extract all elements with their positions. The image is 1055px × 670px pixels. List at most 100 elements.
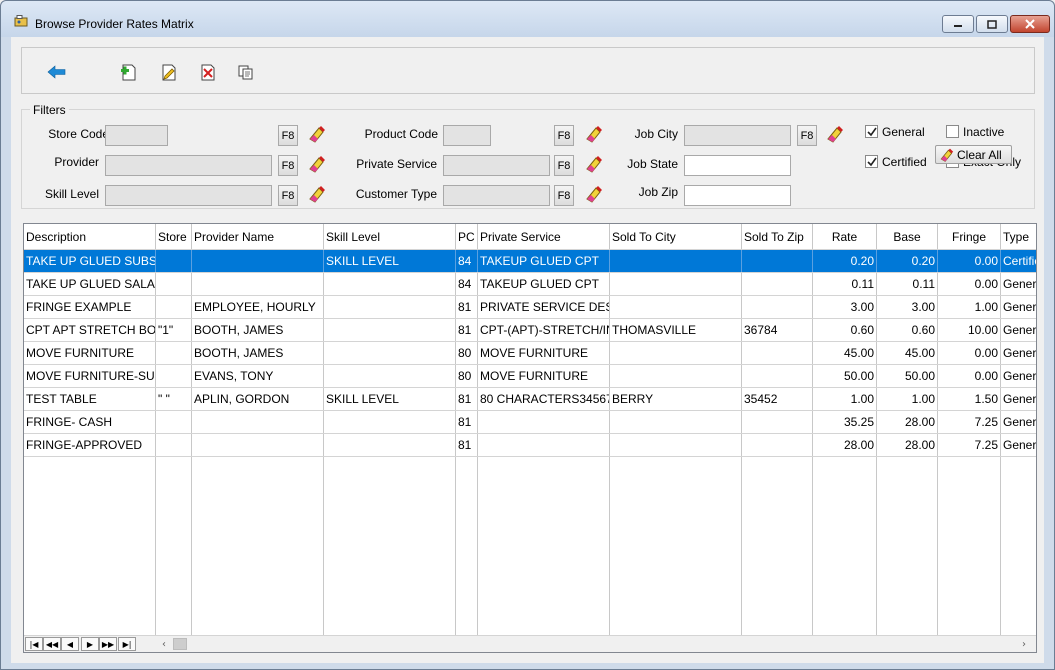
skill-level-label: Skill Level bbox=[44, 187, 99, 201]
product-code-clear-icon[interactable] bbox=[583, 124, 603, 144]
table-cell bbox=[742, 411, 813, 433]
inactive-checkbox[interactable] bbox=[946, 125, 959, 138]
table-cell bbox=[742, 365, 813, 387]
next-page-button[interactable]: ▶▶ bbox=[99, 637, 117, 651]
table-row[interactable]: MOVE FURNITURE BOOTH, JAMES 80 MOVE FURNITU… bbox=[24, 342, 1036, 365]
table-row[interactable]: TEST TABLE " " APLIN, GORDON SKILL LEVEL 81 8… bbox=[24, 388, 1036, 411]
scroll-left-icon[interactable]: ‹ bbox=[157, 637, 171, 651]
prev-page-button[interactable]: ◀◀ bbox=[43, 637, 61, 651]
product-code-field[interactable] bbox=[443, 125, 491, 146]
rates-grid[interactable]: Description Store Provider Name Skill Level… bbox=[23, 223, 1037, 653]
skill-level-field[interactable] bbox=[105, 185, 272, 206]
last-record-button[interactable]: ▶| bbox=[118, 637, 136, 651]
table-cell: 1.00 bbox=[938, 296, 1001, 318]
general-label: General bbox=[882, 125, 925, 139]
table-cell: 3.00 bbox=[877, 296, 938, 318]
new-record-icon bbox=[121, 64, 136, 81]
store-code-clear-icon[interactable] bbox=[306, 124, 326, 144]
column-header[interactable]: PC bbox=[456, 224, 478, 249]
new-record-button[interactable] bbox=[119, 62, 139, 82]
job-city-f8-button[interactable]: F8 bbox=[797, 125, 817, 146]
customer-type-f8-button[interactable]: F8 bbox=[554, 185, 574, 206]
general-checkbox[interactable] bbox=[865, 125, 878, 138]
copy-record-button[interactable] bbox=[236, 62, 256, 82]
table-cell: Genera bbox=[1001, 342, 1036, 364]
private-service-f8-button[interactable]: F8 bbox=[554, 155, 574, 176]
back-arrow-icon bbox=[47, 65, 66, 79]
table-row[interactable]: CPT APT STRETCH BOO "1" BOOTH, JAMES 81 CPT-… bbox=[24, 319, 1036, 342]
table-cell: PRIVATE SERVICE DESCR bbox=[478, 296, 610, 318]
table-row[interactable]: TAKE UP GLUED SUBS SKILL LEVEL 84 TAKEUP GL… bbox=[24, 250, 1036, 273]
table-cell bbox=[324, 434, 456, 456]
minimize-button[interactable] bbox=[942, 15, 974, 33]
next-record-button[interactable]: ▶ bbox=[81, 637, 99, 651]
column-header[interactable]: Skill Level bbox=[324, 224, 456, 249]
edit-record-button[interactable] bbox=[159, 62, 179, 82]
private-service-label: Private Service bbox=[356, 157, 437, 171]
table-cell: 28.00 bbox=[877, 411, 938, 433]
column-header[interactable]: Rate bbox=[813, 224, 877, 249]
scrollbar-thumb[interactable] bbox=[173, 638, 187, 650]
table-cell: MOVE FURNITURE bbox=[478, 342, 610, 364]
maximize-button[interactable] bbox=[976, 15, 1008, 33]
table-cell: 28.00 bbox=[877, 434, 938, 456]
table-cell: Genera bbox=[1001, 434, 1036, 456]
table-cell: 81 bbox=[456, 434, 478, 456]
prev-record-button[interactable]: ◀ bbox=[61, 637, 79, 651]
horizontal-scrollbar[interactable]: ‹ › bbox=[157, 637, 1031, 651]
title-bar[interactable]: Browse Provider Rates Matrix bbox=[1, 1, 1054, 37]
table-cell bbox=[156, 296, 192, 318]
column-header[interactable]: Sold To Zip bbox=[742, 224, 813, 249]
table-cell bbox=[324, 365, 456, 387]
store-code-f8-button[interactable]: F8 bbox=[278, 125, 298, 146]
table-cell: 84 bbox=[456, 273, 478, 295]
column-header[interactable]: Fringe bbox=[938, 224, 1001, 249]
store-code-field[interactable] bbox=[105, 125, 168, 146]
table-cell bbox=[610, 296, 742, 318]
customer-type-field[interactable] bbox=[443, 185, 550, 206]
delete-record-button[interactable] bbox=[198, 62, 218, 82]
table-cell: MOVE FURNITURE-SUB bbox=[24, 365, 156, 387]
column-header[interactable]: Sold To City bbox=[610, 224, 742, 249]
column-header[interactable]: Base bbox=[877, 224, 938, 249]
clear-all-label: Clear All bbox=[957, 147, 1002, 162]
app-icon bbox=[14, 15, 28, 27]
customer-type-clear-icon[interactable] bbox=[583, 184, 603, 204]
column-header[interactable]: Provider Name bbox=[192, 224, 324, 249]
provider-f8-button[interactable]: F8 bbox=[278, 155, 298, 176]
table-row[interactable]: FRINGE- CASH 81 35.2528.007.25Genera bbox=[24, 411, 1036, 434]
table-cell: 0.00 bbox=[938, 273, 1001, 295]
private-service-clear-icon[interactable] bbox=[583, 154, 603, 174]
close-button[interactable] bbox=[1010, 15, 1050, 33]
column-header[interactable]: Store bbox=[156, 224, 192, 249]
job-state-label: Job State bbox=[627, 157, 678, 171]
provider-clear-icon[interactable] bbox=[306, 154, 326, 174]
provider-label: Provider bbox=[54, 155, 99, 169]
product-code-f8-button[interactable]: F8 bbox=[554, 125, 574, 146]
skill-level-clear-icon[interactable] bbox=[306, 184, 326, 204]
clear-all-button[interactable]: Clear All bbox=[935, 145, 1012, 164]
table-row[interactable]: FRINGE EXAMPLE EMPLOYEE, HOURLY 81 PRIVATE … bbox=[24, 296, 1036, 319]
edit-record-icon bbox=[162, 64, 176, 81]
table-cell: Genera bbox=[1001, 296, 1036, 318]
skill-level-f8-button[interactable]: F8 bbox=[278, 185, 298, 206]
scroll-right-icon[interactable]: › bbox=[1017, 637, 1031, 651]
column-header[interactable]: Description bbox=[24, 224, 156, 249]
back-button[interactable] bbox=[47, 62, 67, 82]
job-state-field[interactable] bbox=[684, 155, 791, 176]
job-city-clear-icon[interactable] bbox=[824, 124, 844, 144]
first-record-button[interactable]: |◀ bbox=[25, 637, 43, 651]
table-row[interactable]: MOVE FURNITURE-SUB EVANS, TONY 80 MOVE FURN… bbox=[24, 365, 1036, 388]
table-cell bbox=[742, 342, 813, 364]
table-cell: CPT APT STRETCH BOO bbox=[24, 319, 156, 341]
provider-field[interactable] bbox=[105, 155, 272, 176]
private-service-field[interactable] bbox=[443, 155, 550, 176]
job-zip-field[interactable] bbox=[684, 185, 791, 206]
job-city-field[interactable] bbox=[684, 125, 791, 146]
filters-group: Filters Store Code F8 Provider F8 Skill … bbox=[21, 103, 1035, 209]
table-row[interactable]: FRINGE-APPROVED8128.0028.007.25Genera bbox=[24, 434, 1036, 457]
column-header[interactable]: Type bbox=[1001, 224, 1036, 249]
certified-checkbox[interactable] bbox=[865, 155, 878, 168]
column-header[interactable]: Private Service bbox=[478, 224, 610, 249]
table-row[interactable]: TAKE UP GLUED SALARIE 84TAKEUP GLUED CPT 0… bbox=[24, 273, 1036, 296]
